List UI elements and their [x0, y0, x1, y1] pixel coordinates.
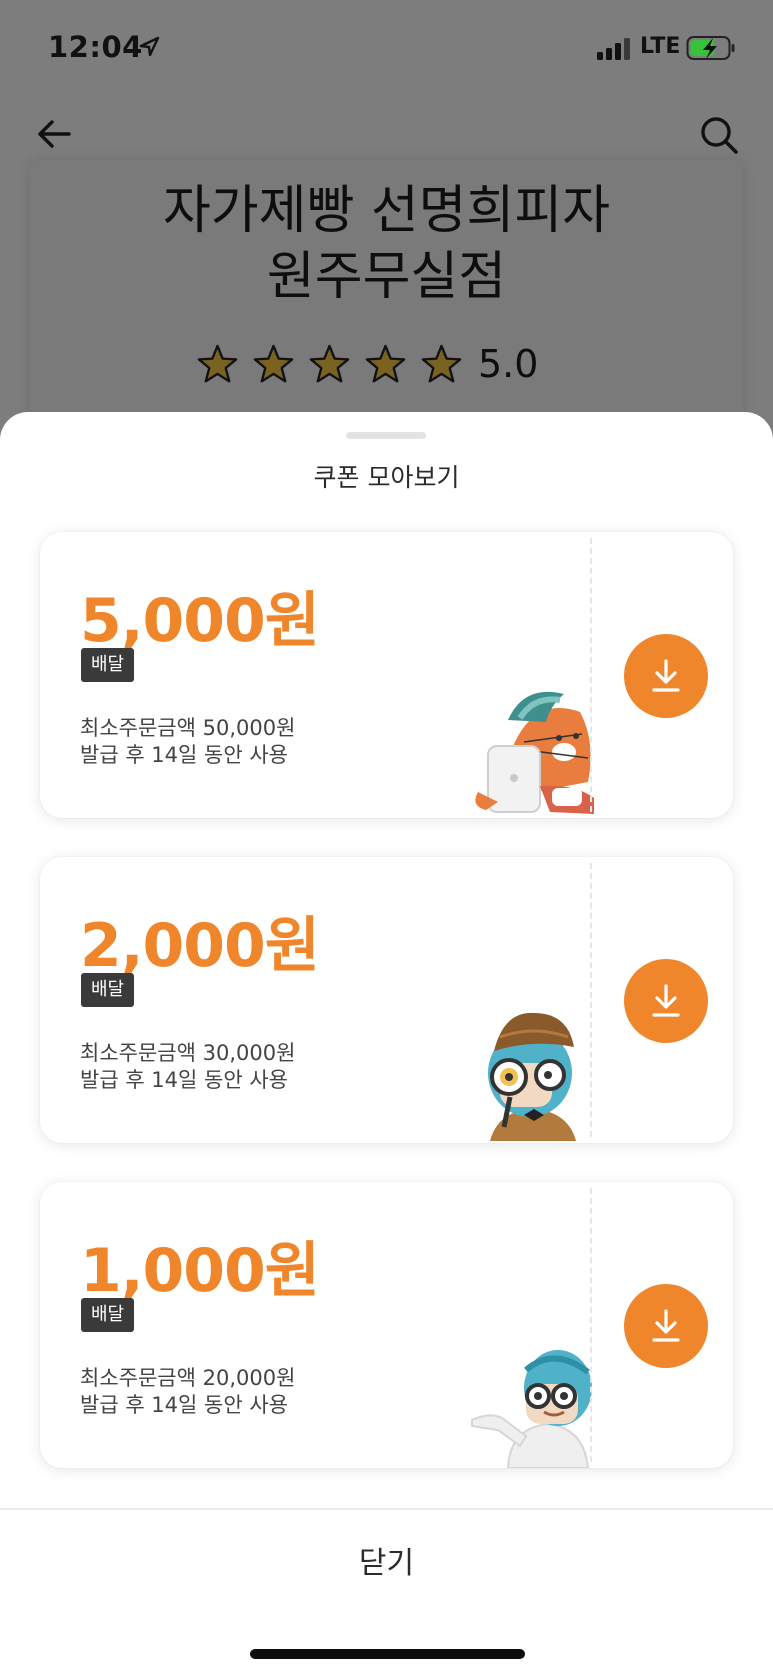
status-bar: 12:04 LTE [0, 0, 773, 100]
star-icon [197, 344, 238, 382]
coupon-min-order: 최소주문금액 20,000원 [80, 1366, 296, 1390]
star-icon [253, 344, 294, 382]
coupon-tag: 배달 [81, 1298, 135, 1332]
coupon-perforation [590, 538, 592, 812]
coupon-min-order: 최소주문금액 50,000원 [80, 716, 296, 740]
character-pointing-illustration [471, 1350, 592, 1468]
close-button[interactable]: 닫기 [0, 1510, 773, 1610]
back-button[interactable] [32, 112, 76, 156]
coupon-bottom-sheet: 쿠폰 모아보기 5,000원 배달 최소주문금액 50,000원 발급 후 14… [0, 412, 773, 1673]
cat-tablet-illustration [475, 691, 594, 814]
search-button[interactable] [696, 112, 742, 158]
coupon-card: 5,000원 배달 최소주문금액 50,000원 발급 후 14일 동안 사용 [40, 532, 733, 818]
download-icon [652, 984, 680, 1017]
store-name-line2: 원주무실점 [266, 247, 507, 307]
network-label: LTE [640, 34, 681, 59]
search-icon [701, 117, 738, 154]
coupon-card: 2,000원 배달 최소주문금액 30,000원 발급 후 14일 동안 사용 [40, 857, 733, 1143]
status-time: 12:04 [48, 30, 143, 64]
location-arrow-icon [139, 36, 160, 57]
coupon-period: 발급 후 14일 동안 사용 [80, 1393, 288, 1417]
battery-charging-icon [686, 36, 735, 60]
coupon-period: 발급 후 14일 동안 사용 [80, 743, 288, 767]
coupon-amount: 5,000원 [80, 586, 320, 656]
coupon-tag: 배달 [81, 648, 135, 682]
signal-icon [597, 38, 630, 60]
download-coupon-button[interactable] [624, 959, 708, 1043]
star-icon [309, 344, 350, 382]
download-icon [652, 1309, 680, 1342]
coupon-perforation [590, 863, 592, 1137]
home-indicator[interactable] [250, 1649, 525, 1659]
rating-value: 5.0 [478, 342, 539, 386]
arrow-left-icon [38, 120, 71, 148]
download-coupon-button[interactable] [624, 1284, 708, 1368]
detective-magnifier-illustration [488, 1012, 576, 1141]
download-coupon-button[interactable] [624, 634, 708, 718]
star-icon [421, 344, 462, 382]
coupon-tag: 배달 [81, 973, 135, 1007]
coupon-period: 발급 후 14일 동안 사용 [80, 1068, 288, 1092]
coupon-perforation [590, 1188, 592, 1462]
coupon-card: 1,000원 배달 최소주문금액 20,000원 발급 후 14일 동안 사용 [40, 1182, 733, 1468]
coupon-amount: 1,000원 [80, 1236, 320, 1306]
coupon-amount: 2,000원 [80, 911, 320, 981]
star-icon [365, 344, 406, 382]
sheet-title: 쿠폰 모아보기 [313, 463, 460, 492]
store-rating: 5.0 [196, 340, 538, 388]
sheet-drag-handle[interactable] [346, 432, 426, 439]
store-name: 자가제빵 선명희피자 원주무실점 [0, 178, 773, 310]
download-icon [652, 659, 680, 692]
coupon-min-order: 최소주문금액 30,000원 [80, 1041, 296, 1065]
store-name-line1: 자가제빵 선명희피자 [162, 181, 611, 241]
